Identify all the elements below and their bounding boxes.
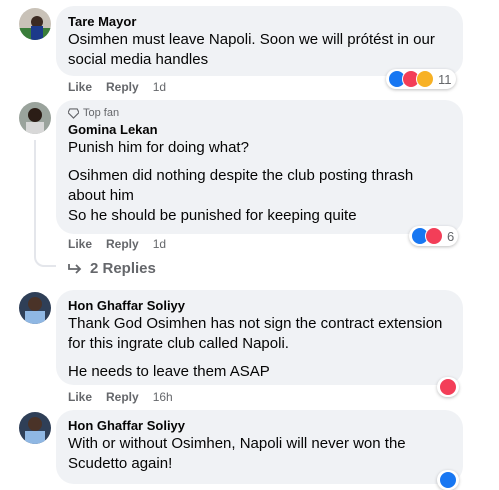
love-reaction-icon (425, 227, 443, 245)
avatar[interactable] (19, 292, 51, 324)
comment-text: With or without Osimhen, Napoli will nev… (68, 435, 406, 472)
comment-text: Osihmen did nothing despite the club pos… (68, 167, 414, 224)
top-fan-badge[interactable]: Top fan (68, 107, 451, 119)
comment-actions: Like Reply 1d (68, 237, 166, 251)
view-replies-link[interactable]: 2 Replies (68, 260, 156, 277)
reply-button[interactable]: Reply (106, 237, 139, 251)
timestamp[interactable]: 1d (153, 80, 166, 94)
reaction-summary[interactable]: 6 (409, 226, 459, 246)
reaction-summary[interactable]: 11 (386, 69, 456, 89)
reply-button[interactable]: Reply (106, 80, 139, 94)
comment-text: Punish him for doing what? (68, 139, 249, 156)
like-reaction-icon (439, 471, 457, 489)
avatar[interactable] (19, 102, 51, 134)
thread-line (34, 140, 56, 267)
reaction-count: 6 (447, 228, 455, 244)
comment-bubble: Tare Mayor Osimhen must leave Napoli. So… (56, 6, 463, 76)
comment-bubble: Hon Ghaffar Soliyy With or without Osimh… (56, 410, 463, 484)
comment-author[interactable]: Hon Ghaffar Soliyy (68, 417, 451, 434)
like-button[interactable]: Like (68, 80, 92, 94)
comment-actions: Like Reply 16h (68, 390, 173, 404)
like-button[interactable]: Like (68, 390, 92, 404)
reply-button[interactable]: Reply (106, 390, 139, 404)
badge-label: Top fan (83, 107, 120, 119)
avatar[interactable] (19, 8, 51, 40)
reaction-count: 11 (438, 71, 452, 87)
timestamp[interactable]: 16h (153, 390, 173, 404)
top-fan-badge-icon (68, 107, 79, 119)
love-reaction-icon (439, 378, 457, 396)
comment-bubble: Hon Ghaffar Soliyy Thank God Osimhen has… (56, 290, 463, 385)
haha-reaction-icon (416, 70, 434, 88)
comment-author[interactable]: Hon Ghaffar Soliyy (68, 297, 451, 314)
reaction-summary[interactable] (437, 470, 459, 490)
comment-author[interactable]: Gomina Lekan (68, 121, 451, 138)
timestamp[interactable]: 1d (153, 237, 166, 251)
comment-bubble: Top fan Gomina Lekan Punish him for doin… (56, 100, 463, 234)
reaction-summary[interactable] (437, 377, 459, 397)
comment-text: Thank God Osimhen has not sign the contr… (68, 315, 443, 352)
reply-arrow-icon (68, 263, 82, 274)
comment-text: He needs to leave them ASAP (68, 363, 270, 380)
replies-count: 2 Replies (90, 260, 156, 277)
avatar[interactable] (19, 412, 51, 444)
comment-actions: Like Reply 1d (68, 80, 166, 94)
like-button[interactable]: Like (68, 237, 92, 251)
comment-author[interactable]: Tare Mayor (68, 13, 451, 30)
comment-text: Osimhen must leave Napoli. Soon we will … (68, 31, 435, 68)
